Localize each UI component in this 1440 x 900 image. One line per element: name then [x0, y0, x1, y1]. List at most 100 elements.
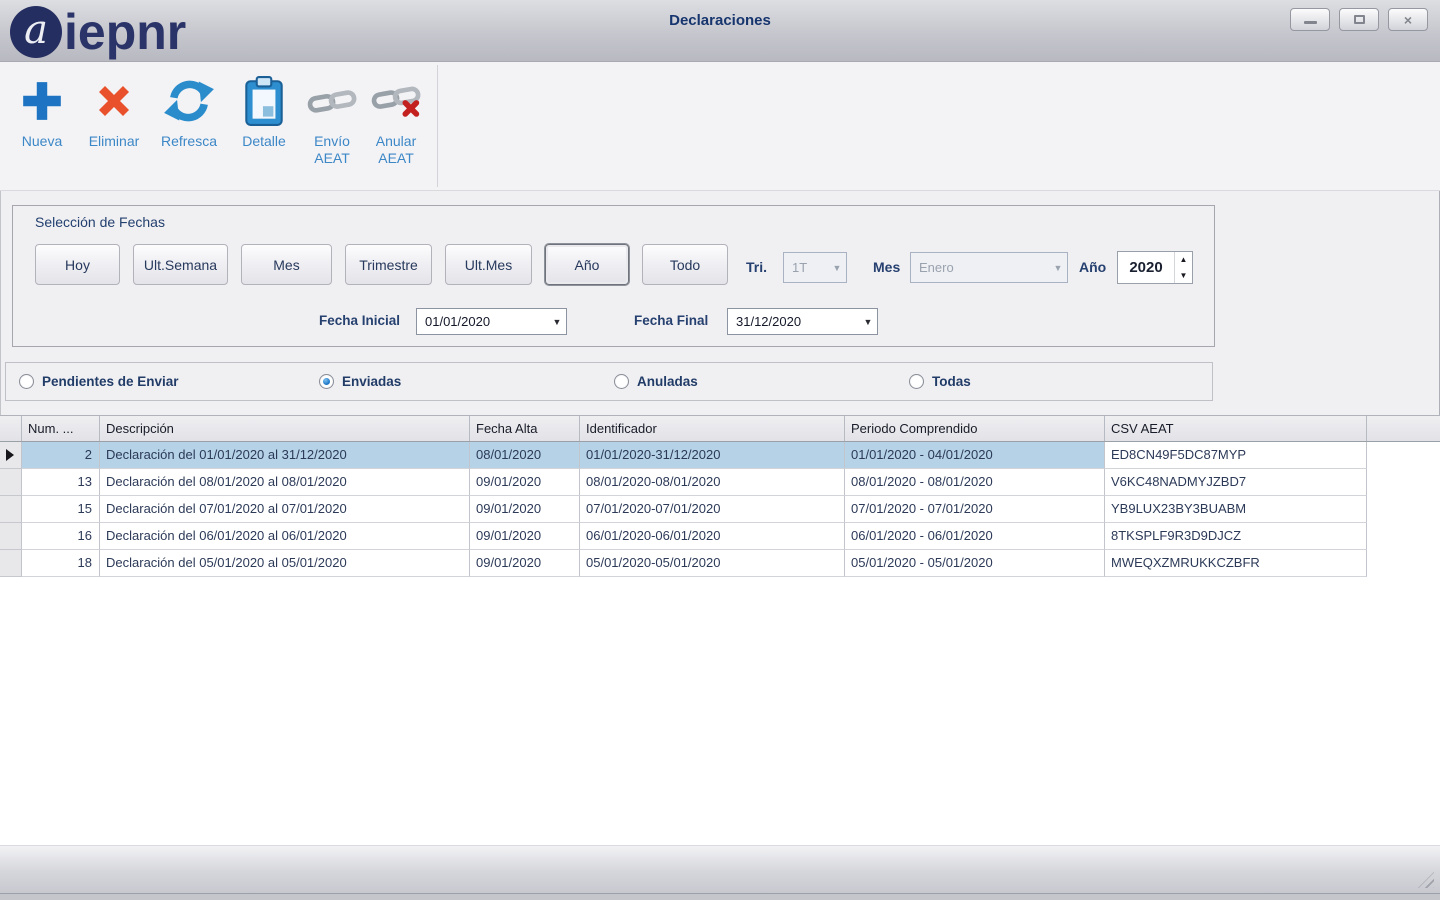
- close-button[interactable]: ×: [1388, 8, 1428, 31]
- eliminar-button[interactable]: Eliminar: [78, 70, 150, 152]
- trimestre-button[interactable]: Trimestre: [345, 244, 432, 285]
- chevron-down-icon: ▼: [859, 317, 877, 327]
- status-bar: [0, 845, 1440, 893]
- header-num[interactable]: Num. ...: [22, 416, 100, 441]
- cell-csv: V6KC48NADMYJZBD7: [1105, 469, 1367, 496]
- header-periodo[interactable]: Periodo Comprendido: [845, 416, 1105, 441]
- app-window: a iepnr Declaraciones × Nueva Eliminar: [0, 0, 1440, 900]
- cell-filler: [1367, 550, 1440, 577]
- cell-csv: 8TKSPLF9R3D9DJCZ: [1105, 523, 1367, 550]
- cell-num: 18: [22, 550, 100, 577]
- nueva-button[interactable]: Nueva: [6, 70, 78, 152]
- radio-enviadas[interactable]: Enviadas: [319, 363, 401, 400]
- cell-fecha-alta: 09/01/2020: [470, 550, 580, 577]
- mes-button[interactable]: Mes: [241, 244, 332, 285]
- cell-periodo: 08/01/2020 - 08/01/2020: [845, 469, 1105, 496]
- header-fecha-alta[interactable]: Fecha Alta: [470, 416, 580, 441]
- radio-todas[interactable]: Todas: [909, 363, 971, 400]
- row-selector-cell: [0, 550, 22, 577]
- minimize-button[interactable]: [1290, 8, 1330, 31]
- maximize-button[interactable]: [1339, 8, 1379, 31]
- cell-num: 13: [22, 469, 100, 496]
- close-icon: ×: [1404, 13, 1412, 27]
- table-row[interactable]: 15 Declaración del 07/01/2020 al 07/01/2…: [0, 496, 1440, 523]
- hoy-button[interactable]: Hoy: [35, 244, 120, 285]
- refresh-icon: [163, 72, 215, 130]
- row-selector-cell: [0, 523, 22, 550]
- envio-aeat-button[interactable]: Envío AEAT: [300, 70, 364, 169]
- radio-pendientes[interactable]: Pendientes de Enviar: [19, 363, 179, 400]
- table-row[interactable]: 18 Declaración del 05/01/2020 al 05/01/2…: [0, 550, 1440, 577]
- cell-periodo: 06/01/2020 - 06/01/2020: [845, 523, 1105, 550]
- row-selector-cell: [0, 496, 22, 523]
- anio-button[interactable]: Año: [545, 244, 629, 285]
- toolbar-separator: [437, 65, 438, 187]
- tri-select[interactable]: 1T ▼: [783, 252, 847, 283]
- table-row[interactable]: 16 Declaración del 06/01/2020 al 06/01/2…: [0, 523, 1440, 550]
- chevron-down-icon: ▼: [548, 317, 566, 327]
- ult-mes-button[interactable]: Ult.Mes: [445, 244, 532, 285]
- tri-value: 1T: [784, 260, 828, 275]
- fecha-final-label: Fecha Final: [634, 313, 708, 328]
- spin-down-icon[interactable]: ▼: [1175, 268, 1192, 284]
- delete-x-icon: [92, 72, 136, 130]
- cell-filler: [1367, 469, 1440, 496]
- fecha-inicial-value: 01/01/2020: [417, 314, 548, 329]
- radio-todas-label: Todas: [932, 374, 971, 389]
- cell-fecha-alta: 09/01/2020: [470, 523, 580, 550]
- cell-csv: MWEQXZMRUKKCZBFR: [1105, 550, 1367, 577]
- cell-fecha-alta: 08/01/2020: [470, 442, 580, 469]
- cell-fecha-alta: 09/01/2020: [470, 496, 580, 523]
- ult-semana-button[interactable]: Ult.Semana: [133, 244, 228, 285]
- radio-icon: [19, 374, 34, 389]
- mes-select[interactable]: Enero ▼: [910, 252, 1068, 283]
- header-identificador[interactable]: Identificador: [580, 416, 845, 441]
- radio-anuladas[interactable]: Anuladas: [614, 363, 698, 400]
- cell-csv: YB9LUX23BY3BUABM: [1105, 496, 1367, 523]
- fecha-final-select[interactable]: 31/12/2020 ▼: [727, 308, 878, 335]
- window-bottom-edge: [0, 893, 1440, 900]
- detalle-label: Detalle: [242, 133, 286, 150]
- fecha-inicial-select[interactable]: 01/01/2020 ▼: [416, 308, 567, 335]
- chain-link-icon: [306, 72, 358, 130]
- row-selector-cell: [0, 469, 22, 496]
- declaraciones-table: Num. ... Descripción Fecha Alta Identifi…: [0, 415, 1440, 845]
- cell-descripcion: Declaración del 05/01/2020 al 05/01/2020: [100, 550, 470, 577]
- quick-date-buttons: Hoy Ult.Semana Mes Trimestre Ult.Mes Año…: [35, 244, 728, 285]
- todo-button[interactable]: Todo: [642, 244, 728, 285]
- cell-num: 2: [22, 442, 100, 469]
- refresca-button[interactable]: Refresca: [150, 70, 228, 152]
- filter-panel: Pendientes de Enviar Enviadas Anuladas T…: [5, 362, 1213, 401]
- cell-descripcion: Declaración del 01/01/2020 al 31/12/2020: [100, 442, 470, 469]
- date-selection-title: Selección de Fechas: [35, 214, 165, 230]
- radio-icon: [909, 374, 924, 389]
- tri-label: Tri.: [746, 259, 767, 275]
- radio-enviadas-label: Enviadas: [342, 374, 401, 389]
- nueva-label: Nueva: [22, 133, 62, 150]
- cell-identificador: 08/01/2020-08/01/2020: [580, 469, 845, 496]
- cell-num: 15: [22, 496, 100, 523]
- table-header: Num. ... Descripción Fecha Alta Identifi…: [0, 416, 1440, 442]
- cell-periodo: 07/01/2020 - 07/01/2020: [845, 496, 1105, 523]
- anular-aeat-label: Anular AEAT: [366, 133, 426, 167]
- mes-value: Enero: [911, 260, 1049, 275]
- cell-identificador: 07/01/2020-07/01/2020: [580, 496, 845, 523]
- toolbar: Nueva Eliminar Refresca: [0, 62, 1440, 191]
- resize-grip[interactable]: [1418, 872, 1434, 888]
- detalle-button[interactable]: Detalle: [228, 70, 300, 152]
- envio-aeat-label: Envío AEAT: [302, 133, 362, 167]
- cell-periodo: 01/01/2020 - 04/01/2020: [845, 442, 1105, 469]
- cell-descripcion: Declaración del 07/01/2020 al 07/01/2020: [100, 496, 470, 523]
- table-row[interactable]: 13 Declaración del 08/01/2020 al 08/01/2…: [0, 469, 1440, 496]
- spin-up-icon[interactable]: ▲: [1175, 252, 1192, 268]
- header-csv-aeat[interactable]: CSV AEAT: [1105, 416, 1367, 441]
- fecha-final-value: 31/12/2020: [728, 314, 859, 329]
- window-title: Declaraciones: [0, 12, 1440, 29]
- date-selection-group: Selección de Fechas Hoy Ult.Semana Mes T…: [12, 205, 1215, 347]
- anio-stepper[interactable]: 2020 ▲ ▼: [1117, 251, 1193, 284]
- table-row[interactable]: 2 Declaración del 01/01/2020 al 31/12/20…: [0, 442, 1440, 469]
- radio-pendientes-label: Pendientes de Enviar: [42, 374, 179, 389]
- chevron-down-icon: ▼: [828, 263, 846, 273]
- header-descripcion[interactable]: Descripción: [100, 416, 470, 441]
- anular-aeat-button[interactable]: Anular AEAT: [364, 70, 428, 169]
